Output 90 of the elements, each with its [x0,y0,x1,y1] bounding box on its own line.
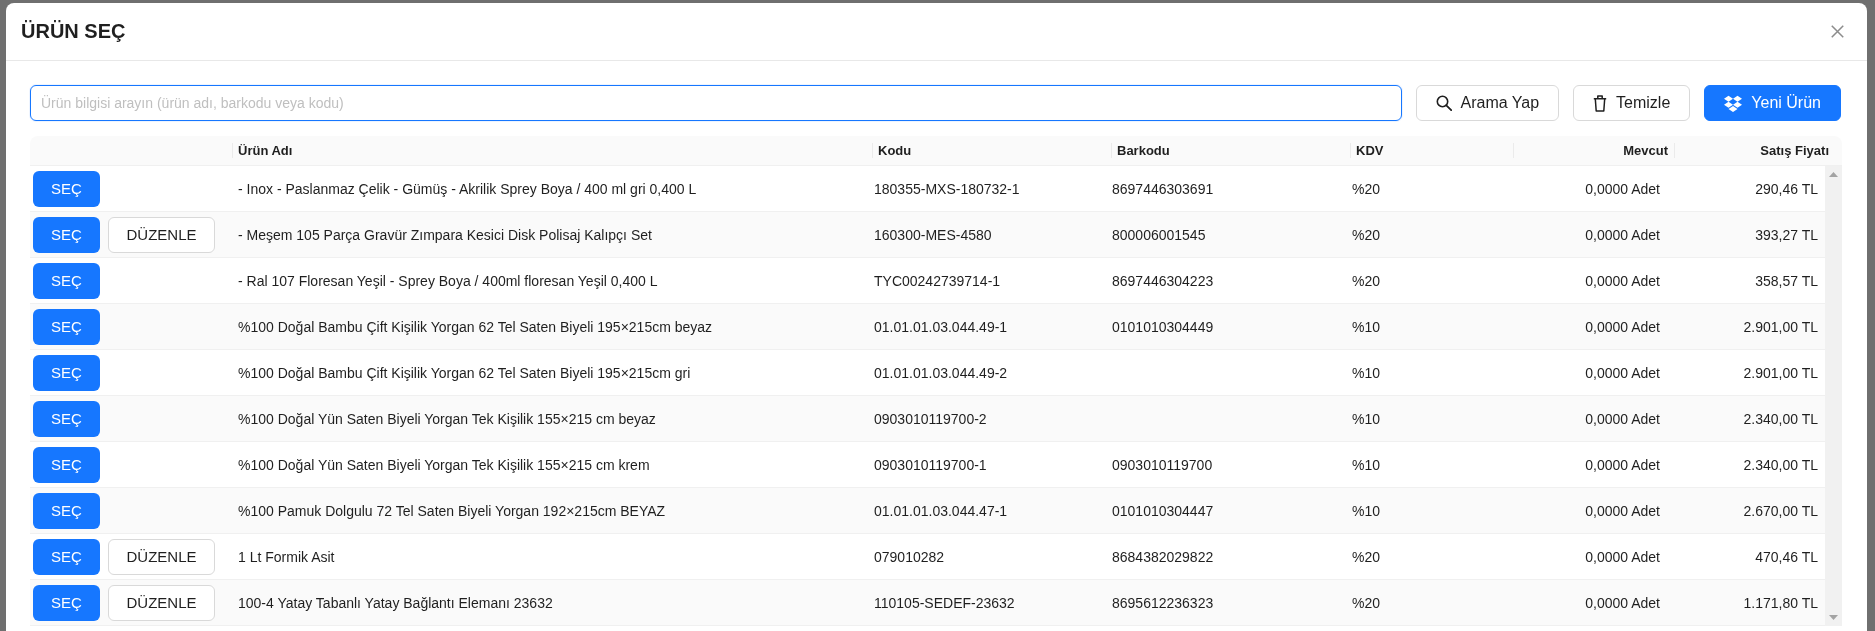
column-header[interactable]: Kodu [872,136,1111,165]
table-cell-text: 01.01.01.03.044.49-2 [873,363,1009,383]
search-field[interactable]: Ürün bilgisi arayın (ürün adı, barkodu veya kodu) [30,85,1402,121]
select-button[interactable]: SEÇ [33,446,100,483]
select-button[interactable]: SEÇ [33,538,100,575]
table-cell-text: %20 [1351,179,1382,199]
select-button[interactable]: SEÇ [33,400,100,437]
table-cell-text: TYC00242739714-1 [873,271,1002,291]
table-cell-text: 0903010119700-2 [873,409,988,429]
select-button[interactable]: SEÇ [33,262,100,299]
table-cell-text: 290,46 TL [1754,179,1819,199]
table-cell-text: %10 [1351,455,1382,475]
table-cell-text: 8684382029822 [1111,547,1215,567]
table-cell-text: 0,0000 Adet [1584,593,1661,613]
scroll-down-icon[interactable] [1829,615,1838,620]
table-cell-text: %100 Doğal Bambu Çift Kişilik Yorgan 62 Tel Saten Biyeli 195×215cm gri [237,363,692,383]
select-button[interactable]: SEÇ [33,216,100,253]
table-cell-text: 0,0000 Adet [1584,271,1661,291]
dialog-title: ÜRÜN SEÇ [21,20,126,43]
table-cell-text: 100-4 Yatay Tabanlı Yatay Bağlantı Elemanı 23632 [237,593,554,613]
edit-button[interactable]: DÜZENLE [108,216,215,253]
table-cell-text: 0101010304449 [1111,317,1215,337]
table-cell-text: - Inox - Paslanmaz Çelik - Gümüş - Akrilik Sprey Boya / 400 ml gri 0,400 L [237,179,698,199]
close-button[interactable] [1831,25,1844,38]
table-cell-text: 0,0000 Adet [1584,409,1661,429]
table-cell-text: 358,57 TL [1754,271,1819,291]
table-cell-text: 0,0000 Adet [1584,225,1661,245]
table-cell-text: 2.340,00 TL [1742,409,1819,429]
column-header[interactable]: Barkodu [1111,136,1350,165]
table-cell-text: 079010282 [873,547,946,567]
trash-icon [1593,94,1608,112]
boxes-icon [1724,94,1743,112]
table-cell-text: %20 [1351,225,1382,245]
table-cell-text: %20 [1351,547,1382,567]
search-button[interactable]: Arama Yap [1415,85,1560,121]
table-cell-text: %100 Doğal Bambu Çift Kişilik Yorgan 62 Tel Saten Biyeli 195×215cm beyaz [237,317,714,337]
select-button[interactable]: SEÇ [33,492,100,529]
table-cell-text: 8697446304223 [1111,271,1215,291]
column-header[interactable]: KDV [1350,136,1513,165]
column-header[interactable]: Mevcut [1513,136,1674,165]
edit-button[interactable]: DÜZENLE [108,538,215,575]
table-cell-text: 0,0000 Adet [1584,501,1661,521]
table-cell-text: 01.01.01.03.044.49-1 [873,317,1009,337]
table-cell-text: 0,0000 Adet [1584,547,1661,567]
table-cell-text: 0101010304447 [1111,501,1215,521]
table-cell-text: 2.670,00 TL [1742,501,1819,521]
table-cell-text: %10 [1351,317,1382,337]
scrollbar[interactable] [1825,166,1842,626]
search-icon [1435,95,1452,111]
table-cell-text: %10 [1351,363,1382,383]
table-cell-text: 470,46 TL [1754,547,1819,567]
table-cell-text: - Meşem 105 Parça Gravür Zımpara Kesici Disk Polisaj Kalıpçı Set [237,225,653,245]
clear-button[interactable]: Temizle [1573,85,1691,121]
edit-button[interactable]: DÜZENLE [108,584,215,621]
table-cell-text: 0,0000 Adet [1584,317,1661,337]
table-cell-text: 1 Lt Formik Asit [237,547,336,567]
select-button[interactable]: SEÇ [33,354,100,391]
table-cell-text: 2.901,00 TL [1742,363,1819,383]
select-button[interactable]: SEÇ [33,584,100,621]
table-cell-text: 0,0000 Adet [1584,455,1661,475]
table-cell-text: %20 [1351,593,1382,613]
table-cell-text: - Ral 107 Floresan Yeşil - Sprey Boya / 400ml floresan Yeşil 0,400 L [237,271,659,291]
table-cell-text: %10 [1351,501,1382,521]
table-cell-text: 8695612236323 [1111,593,1215,613]
close-icon [1831,25,1844,38]
table-cell-text: %100 Pamuk Dolgulu 72 Tel Saten Biyeli Yorgan 192×215cm BEYAZ [237,501,667,521]
select-button[interactable]: SEÇ [33,170,100,207]
column-header[interactable]: Satış Fiyatı [1674,136,1842,165]
table-cell-text: 393,27 TL [1754,225,1819,245]
table-cell-text: %100 Doğal Yün Saten Biyeli Yorgan Tek Kişilik 155×215 cm beyaz [237,409,657,429]
column-header[interactable]: Ürün Adı [232,136,872,165]
table-cell-text: 110105-SEDEF-23632 [873,593,1016,613]
table-cell-text: 0,0000 Adet [1584,179,1661,199]
table-cell-text: 01.01.01.03.044.47-1 [873,501,1009,521]
table-cell-text: 0,0000 Adet [1584,363,1661,383]
table-cell-text: %100 Doğal Yün Saten Biyeli Yorgan Tek Kişilik 155×215 cm krem [237,455,651,475]
select-button[interactable]: SEÇ [33,308,100,345]
table-cell-text: %10 [1351,409,1382,429]
table-cell-text: 800006001545 [1111,225,1207,245]
table-cell-text: 0903010119700 [1111,455,1214,475]
table-cell-text: 160300-MES-4580 [873,225,993,245]
table-cell-text: 2.901,00 TL [1742,317,1819,337]
table-cell-text: 180355-MXS-180732-1 [873,179,1021,199]
table-cell-text: 2.340,00 TL [1742,455,1819,475]
scroll-up-icon[interactable] [1829,172,1838,177]
table-cell-text: %20 [1351,271,1382,291]
table-cell-text: 1.171,80 TL [1742,593,1819,613]
table-cell-text: 0903010119700-1 [873,455,988,475]
new-product-button[interactable]: Yeni Ürün [1704,85,1841,121]
table-cell-text: 8697446303691 [1111,179,1215,199]
